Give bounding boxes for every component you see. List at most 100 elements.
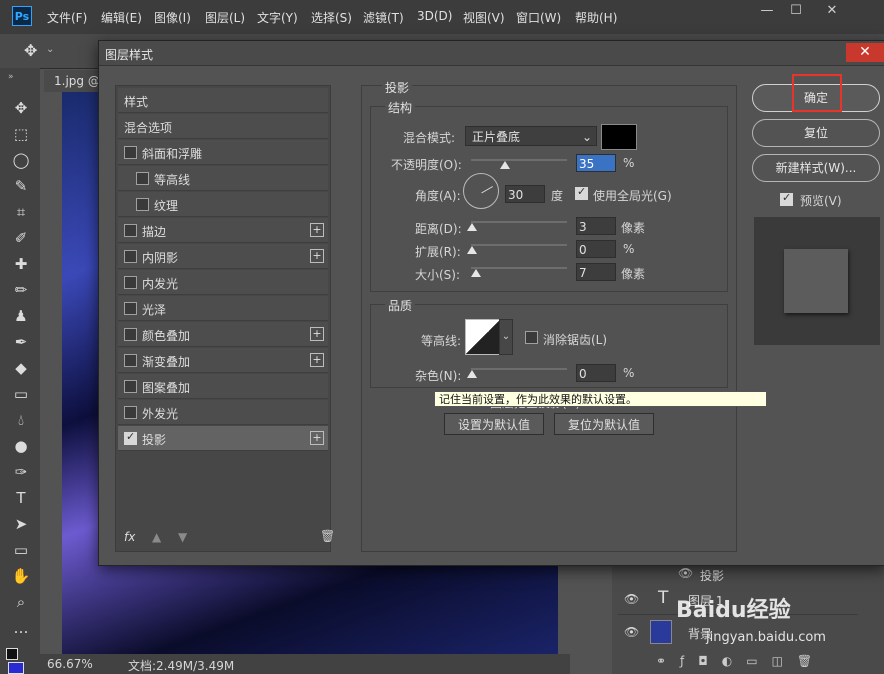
- distance-slider-thumb[interactable]: [467, 223, 477, 231]
- eraser-icon[interactable]: ◆: [10, 358, 32, 378]
- global-light-checkbox[interactable]: [575, 185, 588, 200]
- eye-icon[interactable]: 👁︎: [624, 592, 639, 606]
- spread-slider-thumb[interactable]: [467, 246, 477, 254]
- noise-slider[interactable]: [471, 368, 567, 370]
- type-icon[interactable]: T: [10, 488, 32, 508]
- minimize-icon[interactable]: —: [753, 3, 781, 21]
- rectangle-icon[interactable]: ▭: [10, 540, 32, 560]
- add-effect-icon[interactable]: +: [310, 249, 324, 263]
- dialog-titlebar[interactable]: 图层样式 ✕: [99, 41, 884, 66]
- style-item-checkbox[interactable]: [124, 276, 137, 289]
- gradient-icon[interactable]: ▭: [10, 384, 32, 404]
- style-item[interactable]: 纹理: [118, 192, 328, 217]
- chevron-down-icon[interactable]: ⌄: [46, 44, 54, 55]
- style-item-checkbox[interactable]: [124, 406, 137, 419]
- blur-icon[interactable]: 💧︎: [10, 410, 32, 430]
- menu-view[interactable]: 视图(V): [463, 9, 505, 26]
- menu-image[interactable]: 图像(I): [154, 9, 191, 26]
- style-item[interactable]: 描边 +: [118, 218, 328, 243]
- opacity-slider-thumb[interactable]: [499, 161, 510, 169]
- menu-filter[interactable]: 滤镜(T): [363, 9, 404, 26]
- dodge-icon[interactable]: ●: [10, 436, 32, 456]
- opacity-slider[interactable]: [471, 159, 567, 161]
- reset-button[interactable]: 复位: [752, 119, 880, 147]
- new-style-button[interactable]: 新建样式(W)...: [752, 154, 880, 182]
- style-item[interactable]: 图案叠加: [118, 374, 328, 399]
- set-default-button[interactable]: 设置为默认值: [444, 413, 544, 435]
- zoom-icon[interactable]: ⌕: [10, 592, 32, 612]
- style-item-checkbox[interactable]: [124, 430, 137, 445]
- layers-footer-icons[interactable]: ⚭ƒ◘◐▭◫🗑︎: [656, 654, 826, 668]
- eye-icon[interactable]: 👁︎: [678, 566, 693, 580]
- spread-slider[interactable]: [471, 244, 567, 246]
- spread-input[interactable]: 0: [576, 240, 616, 258]
- add-effect-icon[interactable]: +: [310, 353, 324, 367]
- fx-icon[interactable]: fx: [124, 530, 135, 544]
- history-brush-icon[interactable]: ✒: [10, 332, 32, 352]
- angle-input[interactable]: 30: [505, 185, 545, 203]
- add-effect-icon[interactable]: +: [310, 327, 324, 341]
- crop-icon[interactable]: ⌗: [10, 202, 32, 222]
- style-item[interactable]: 外发光: [118, 400, 328, 425]
- style-item[interactable]: 斜面和浮雕: [118, 140, 328, 165]
- maximize-icon[interactable]: ☐: [782, 3, 810, 21]
- menu-type[interactable]: 文字(Y): [257, 9, 298, 26]
- style-item-checkbox[interactable]: [136, 172, 149, 185]
- noise-input[interactable]: 0: [576, 364, 616, 382]
- chevron-down-icon[interactable]: ⌄: [499, 319, 513, 355]
- style-item-checkbox[interactable]: [124, 380, 137, 393]
- blend-options-item[interactable]: 混合选项: [118, 114, 328, 139]
- menu-select[interactable]: 选择(S): [311, 9, 352, 26]
- style-item[interactable]: 等高线: [118, 166, 328, 191]
- trash-icon[interactable]: 🗑︎: [320, 529, 335, 543]
- style-item[interactable]: 光泽: [118, 296, 328, 321]
- quick-select-icon[interactable]: ✎: [10, 176, 32, 196]
- style-item[interactable]: 渐变叠加 +: [118, 348, 328, 373]
- add-effect-icon[interactable]: +: [310, 223, 324, 237]
- size-input[interactable]: 7: [576, 263, 616, 281]
- close-app-icon[interactable]: ✕: [818, 3, 846, 21]
- angle-dial[interactable]: [463, 173, 499, 209]
- blend-mode-select[interactable]: 正片叠底 ⌄: [465, 126, 597, 146]
- opacity-input[interactable]: 35: [576, 154, 616, 172]
- menu-layer[interactable]: 图层(L): [205, 9, 245, 26]
- style-item-checkbox[interactable]: [124, 224, 137, 237]
- zoom-level[interactable]: 66.67%: [47, 657, 93, 671]
- style-item-checkbox[interactable]: [124, 250, 137, 263]
- preview-checkbox[interactable]: [780, 191, 793, 206]
- background-color-swatch[interactable]: [8, 662, 24, 674]
- menu-window[interactable]: 窗口(W): [516, 9, 561, 26]
- style-item[interactable]: 投影 +: [118, 426, 328, 451]
- collapse-icon[interactable]: »: [8, 72, 14, 82]
- shadow-color-swatch[interactable]: [601, 124, 637, 150]
- hand-icon[interactable]: ✋: [10, 566, 32, 586]
- menu-edit[interactable]: 编辑(E): [101, 9, 142, 26]
- stamp-icon[interactable]: ♟: [10, 306, 32, 326]
- menu-3d[interactable]: 3D(D): [417, 9, 452, 23]
- eyedropper-icon[interactable]: ✐: [10, 228, 32, 248]
- menu-file[interactable]: 文件(F): [47, 9, 87, 26]
- marquee-icon[interactable]: ⬚: [10, 124, 32, 144]
- menu-help[interactable]: 帮助(H): [575, 9, 617, 26]
- close-icon[interactable]: ✕: [846, 43, 884, 62]
- eye-icon[interactable]: 👁︎: [624, 625, 639, 639]
- style-item-checkbox[interactable]: [124, 354, 137, 367]
- size-slider[interactable]: [471, 267, 567, 269]
- contour-preview[interactable]: [465, 319, 501, 355]
- lasso-icon[interactable]: ◯: [10, 150, 32, 170]
- move-icon[interactable]: ✥: [10, 98, 32, 118]
- distance-slider[interactable]: [471, 221, 567, 223]
- style-item-checkbox[interactable]: [124, 328, 137, 341]
- path-select-icon[interactable]: ➤: [10, 514, 32, 534]
- size-slider-thumb[interactable]: [471, 269, 481, 277]
- more-tools-icon[interactable]: …: [10, 618, 32, 638]
- move-up-icon[interactable]: ▲: [152, 530, 161, 544]
- distance-input[interactable]: 3: [576, 217, 616, 235]
- style-item-checkbox[interactable]: [124, 146, 137, 159]
- style-item-checkbox[interactable]: [124, 302, 137, 315]
- add-effect-icon[interactable]: +: [310, 431, 324, 445]
- brush-icon[interactable]: ✏: [10, 280, 32, 300]
- move-down-icon[interactable]: ▼: [178, 530, 187, 544]
- foreground-color-swatch[interactable]: [6, 648, 18, 660]
- healing-brush-icon[interactable]: ✚: [10, 254, 32, 274]
